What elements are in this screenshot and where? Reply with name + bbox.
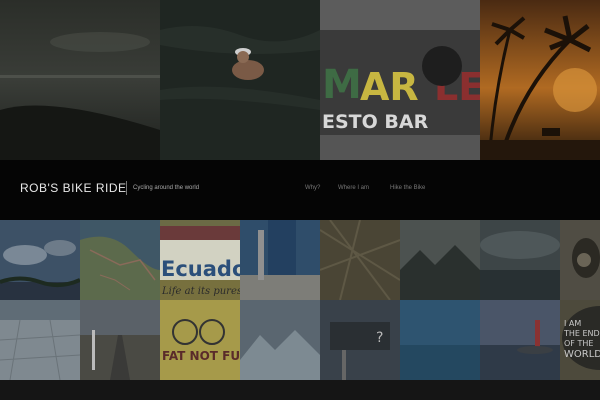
photo-snowy-mountains[interactable] (240, 300, 320, 380)
photo-misty-mountains[interactable] (400, 220, 480, 300)
map-image (80, 220, 160, 300)
desert-road-image (80, 300, 160, 380)
marley-sign-sub: ESTO BAR (322, 111, 429, 133)
end-of-world-sign-image: I AM THE END OF THE WORLD (560, 300, 600, 380)
nav-why[interactable]: Why? (305, 185, 320, 191)
svg-text:AR: AR (360, 65, 419, 109)
photo-swimmer[interactable] (160, 0, 320, 160)
ecuador-sign-image: Ecuador Life at its purest (160, 220, 240, 300)
fat-sign-image: FAT NOT FU (160, 300, 240, 380)
cloudy-sea-image (480, 220, 560, 300)
photo-question-sign[interactable]: ? (320, 300, 400, 380)
svg-text:M: M (322, 62, 362, 108)
blue-door-image (240, 220, 320, 300)
marley-bar-image: M AR LE ESTO BAR (320, 0, 480, 160)
ecuador-sign-slogan: Life at its purest (161, 286, 240, 297)
photo-lighthouse[interactable] (480, 300, 560, 380)
salt-flat-image (0, 300, 80, 380)
photo-dark-sea[interactable] (0, 0, 160, 160)
snowy-mountains-image (240, 300, 320, 380)
end-sign-line2: THE END (563, 329, 600, 338)
ecuador-sign-title: Ecuador (161, 257, 240, 281)
photo-ecuador-sign[interactable]: Ecuador Life at its purest (160, 220, 240, 300)
site-tagline: Cycling around the world (133, 185, 200, 191)
site-title[interactable]: ROB'S BIKE RIDE (20, 181, 126, 195)
blue-lake-image (400, 300, 480, 380)
photo-blue-lake[interactable] (400, 300, 480, 380)
nav-hike-the-bike[interactable]: Hike the Bike (390, 185, 425, 191)
photo-marley-bar[interactable]: M AR LE ESTO BAR (320, 0, 480, 160)
fat-sign-text: FAT NOT FU (162, 349, 240, 363)
question-sign-text: ? (376, 330, 383, 346)
photo-blue-door[interactable] (240, 220, 320, 300)
photo-palm-sunset[interactable] (480, 0, 600, 160)
photo-desert-road[interactable] (80, 300, 160, 380)
nav-where-i-am[interactable]: Where I am (338, 185, 369, 191)
end-sign-line1: I AM (564, 319, 581, 328)
beach-clouds-image (0, 220, 80, 300)
photo-fat-sign[interactable]: FAT NOT FU (160, 300, 240, 380)
photo-beach-clouds[interactable] (0, 220, 80, 300)
photo-end-of-world-sign[interactable]: I AM THE END OF THE WORLD (560, 300, 600, 380)
dry-grass-image (320, 220, 400, 300)
footer-strip (0, 380, 600, 400)
photo-salt-flat[interactable] (0, 300, 80, 380)
photo-dry-grass[interactable] (320, 220, 400, 300)
che-portrait-image (560, 220, 600, 300)
palm-sunset-image (480, 0, 600, 160)
photo-cloudy-sea[interactable] (480, 220, 560, 300)
end-sign-line3: OF THE (564, 339, 593, 348)
lighthouse-image (480, 300, 560, 380)
swimmer-image (160, 0, 320, 160)
end-sign-line4: WORLD (564, 349, 600, 360)
photo-che-portrait[interactable] (560, 220, 600, 300)
title-separator (126, 181, 127, 195)
dark-sea-image (0, 0, 160, 160)
question-sign-image: ? (320, 300, 400, 380)
misty-mountains-image (400, 220, 480, 300)
photo-map[interactable] (80, 220, 160, 300)
